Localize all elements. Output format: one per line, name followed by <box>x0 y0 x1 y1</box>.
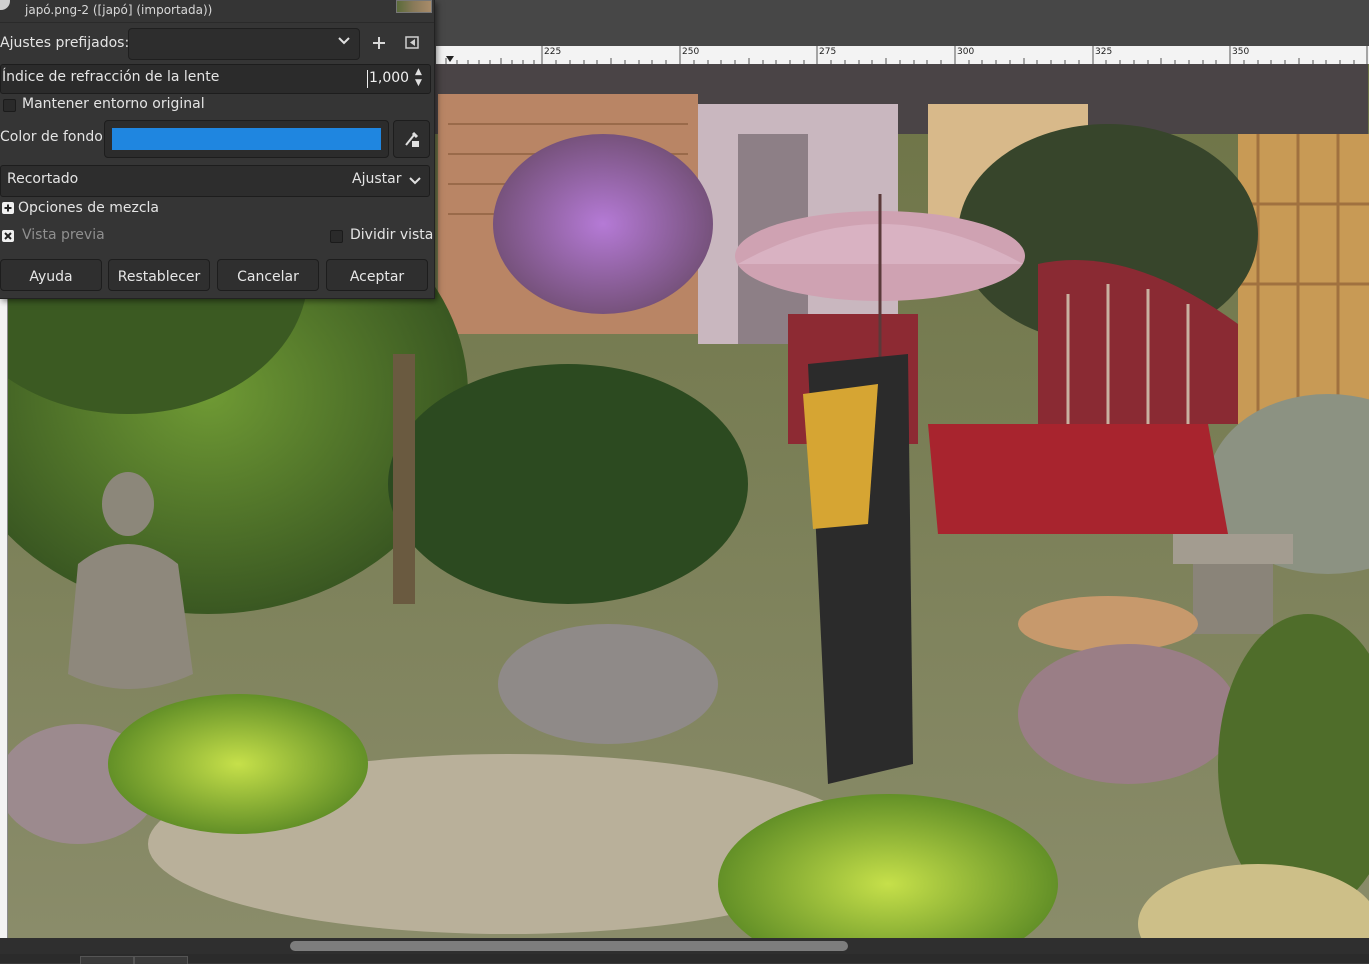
split-view-label: Dividir vista <box>350 227 434 243</box>
scrollbar-thumb[interactable] <box>290 941 848 951</box>
split-view-checkbox[interactable] <box>330 230 343 243</box>
lens-distortion-dialog: japó.png-2 ([japó] (importada)) Ajustes … <box>0 0 435 299</box>
dialog-header: japó.png-2 ([japó] (importada)) <box>0 0 434 23</box>
horizontal-scrollbar[interactable] <box>0 938 1369 954</box>
spin-down-icon[interactable]: ▼ <box>415 78 422 88</box>
spin-up-icon[interactable]: ▲ <box>415 67 422 77</box>
presets-label: Ajustes prefijados: <box>0 35 130 51</box>
expand-plus-icon[interactable] <box>2 202 14 218</box>
clipping-dropdown[interactable]: Recortado Ajustar <box>0 165 430 197</box>
image-thumbnail <box>396 0 432 13</box>
plus-icon[interactable] <box>371 35 387 55</box>
text-caret <box>367 70 368 88</box>
ruler-label: 350 <box>1232 47 1250 57</box>
keep-surroundings-checkbox[interactable] <box>3 99 16 112</box>
ruler-label: 300 <box>957 47 975 57</box>
clipping-label: Recortado <box>7 171 79 187</box>
blending-options-label[interactable]: Opciones de mezcla <box>18 200 159 216</box>
presets-dropdown[interactable] <box>128 28 360 60</box>
triangle-left-icon[interactable] <box>405 35 420 54</box>
gimp-logo-icon <box>0 0 10 10</box>
vertical-ruler[interactable] <box>0 298 8 938</box>
preview-label: Vista previa <box>22 227 105 243</box>
chevron-down-icon <box>337 33 351 51</box>
help-button[interactable]: Ayuda <box>0 259 102 291</box>
eyedropper-icon <box>405 131 419 147</box>
ruler-label: 225 <box>544 47 562 57</box>
image-title: japó.png-2 ([japó] (importada)) <box>25 3 213 17</box>
horizontal-ruler[interactable]: 225 250 275 300 325 350 <box>436 46 1369 65</box>
chevron-down-icon <box>408 173 422 191</box>
ruler-label: 325 <box>1095 47 1113 57</box>
bg-color-button[interactable] <box>104 120 389 158</box>
ruler-label: 250 <box>682 47 700 57</box>
refraction-index-spinscale[interactable]: Índice de refracción de la lente 1,000 ▲… <box>0 64 431 94</box>
cancel-button[interactable]: Cancelar <box>217 259 319 291</box>
refraction-value[interactable]: 1,000 <box>369 70 409 86</box>
ruler-label: 275 <box>819 47 837 57</box>
refraction-label: Índice de refracción de la lente <box>2 69 220 85</box>
status-bar <box>0 954 1369 964</box>
keep-surroundings-label: Mantener entorno original <box>22 96 205 112</box>
reset-button[interactable]: Restablecer <box>108 259 210 291</box>
clipping-value: Ajustar <box>352 171 402 187</box>
ok-button[interactable]: Aceptar <box>326 259 428 291</box>
bg-color-swatch <box>112 128 381 150</box>
preview-checkbox[interactable] <box>2 230 14 246</box>
bg-color-label: Color de fondo <box>0 129 103 145</box>
color-picker-button[interactable] <box>393 120 430 158</box>
